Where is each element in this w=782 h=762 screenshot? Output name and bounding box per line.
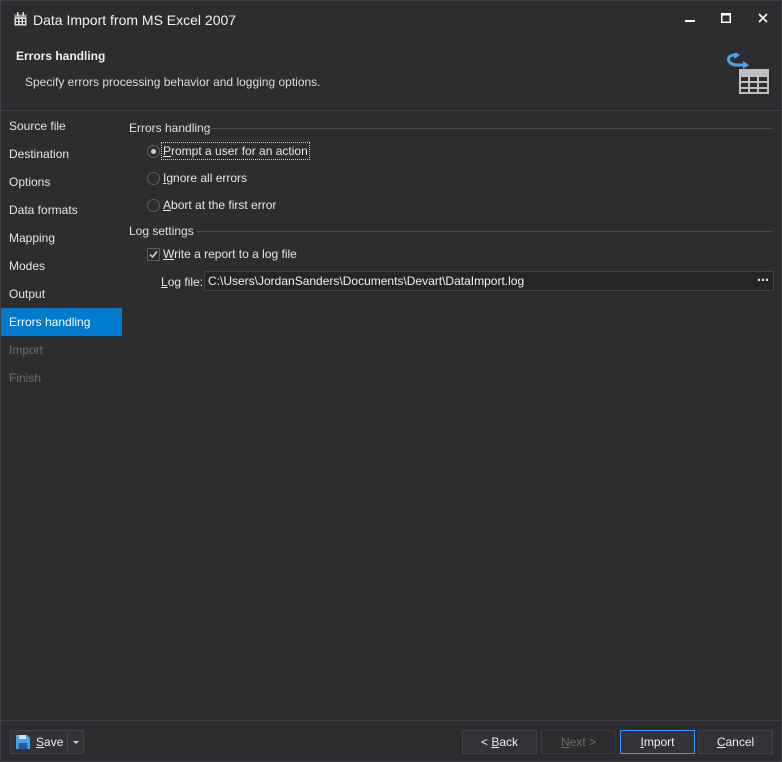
window-title: Data Import from MS Excel 2007 xyxy=(33,12,237,28)
page-header: Errors handling Specify errors processin… xyxy=(1,39,781,111)
log-file-path-field[interactable]: C:\Users\JordanSanders\Documents\Devart\… xyxy=(204,271,774,291)
write-report-checkbox[interactable] xyxy=(147,248,160,261)
save-icon xyxy=(16,735,30,749)
radio-button[interactable] xyxy=(147,172,160,185)
page-title: Errors handling xyxy=(16,49,106,63)
import-button[interactable]: Import xyxy=(620,730,695,754)
import-table-icon xyxy=(727,53,769,94)
radio-ignore-errors[interactable]: Ignore all errors xyxy=(147,170,347,188)
save-dropdown-button[interactable] xyxy=(70,734,82,750)
radio-button[interactable] xyxy=(147,199,160,212)
sidebar-item-modes[interactable]: Modes xyxy=(1,252,122,280)
close-icon xyxy=(758,13,768,23)
close-button[interactable] xyxy=(750,7,776,29)
split-divider xyxy=(67,733,68,751)
sidebar-item-mapping[interactable]: Mapping xyxy=(1,224,122,252)
cancel-button[interactable]: Cancel xyxy=(698,730,773,754)
sidebar-item-source-file[interactable]: Source file xyxy=(1,112,122,140)
radio-prompt-user[interactable]: Prompt a user for an action xyxy=(147,142,347,161)
header-divider xyxy=(1,110,781,111)
sidebar-item-destination[interactable]: Destination xyxy=(1,140,122,168)
dialog-window: Data Import from MS Excel 2007 Errors ha… xyxy=(0,0,782,762)
sidebar-item-data-formats[interactable]: Data formats xyxy=(1,196,122,224)
log-settings-group-divider xyxy=(196,231,773,232)
maximize-icon xyxy=(721,13,731,23)
page-description: Specify errors processing behavior and l… xyxy=(25,75,321,89)
main-content: Errors handling Prompt a user for an act… xyxy=(122,112,781,720)
title-bar: Data Import from MS Excel 2007 xyxy=(1,1,781,39)
sidebar-item-options[interactable]: Options xyxy=(1,168,122,196)
radio-ignore-errors-label[interactable]: Ignore all errors xyxy=(163,171,247,185)
calendar-table-icon xyxy=(14,12,27,26)
sidebar-item-output[interactable]: Output xyxy=(1,280,122,308)
write-report-checkbox-row[interactable]: Write a report to a log file xyxy=(147,246,347,264)
maximize-button[interactable] xyxy=(713,7,739,29)
back-button[interactable]: < Back xyxy=(462,730,537,754)
sidebar-item-errors-handling[interactable]: Errors handling xyxy=(1,308,122,336)
minimize-icon xyxy=(685,20,695,22)
log-settings-group-label: Log settings xyxy=(129,224,194,238)
radio-abort-first-error-label[interactable]: Abort at the first error xyxy=(163,198,276,212)
write-report-label[interactable]: Write a report to a log file xyxy=(163,247,297,261)
radio-button-checked[interactable] xyxy=(147,145,160,158)
log-file-label: Log file: xyxy=(161,275,204,289)
minimize-button[interactable] xyxy=(677,7,703,29)
chevron-down-icon xyxy=(73,741,79,744)
next-button: Next > xyxy=(541,730,616,754)
save-button[interactable]: Save xyxy=(36,735,63,749)
errors-handling-group-divider xyxy=(207,128,773,129)
radio-prompt-user-label[interactable]: Prompt a user for an action xyxy=(161,142,310,160)
wizard-steps-sidebar: Source file Destination Options Data for… xyxy=(1,112,122,720)
sidebar-item-finish: Finish xyxy=(9,371,42,385)
log-file-path-value[interactable]: C:\Users\JordanSanders\Documents\Devart\… xyxy=(208,274,524,288)
checkmark-icon xyxy=(149,251,158,259)
sidebar-item-import: Import xyxy=(9,343,44,357)
radio-abort-first-error[interactable]: Abort at the first error xyxy=(147,197,347,215)
errors-handling-group-label: Errors handling xyxy=(129,121,211,135)
dialog-footer: Save < Back Next > Import Cancel xyxy=(1,720,781,761)
save-split-button: Save xyxy=(10,730,84,754)
browse-button[interactable]: ⋯ xyxy=(756,272,770,290)
